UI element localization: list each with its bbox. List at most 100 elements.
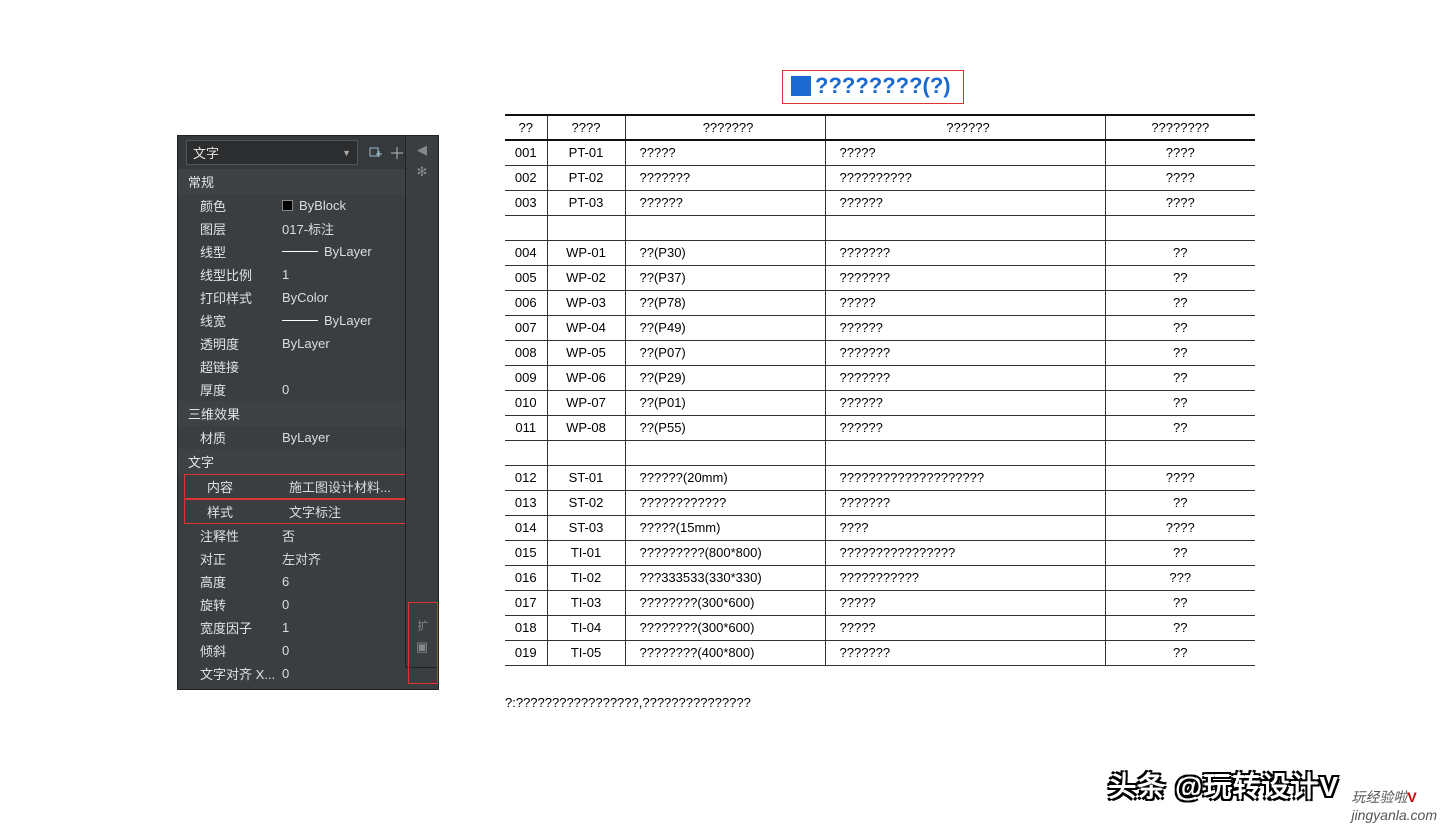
cell-area: ????????????????	[825, 540, 1105, 565]
cell-seq: 012	[505, 465, 547, 490]
cell-name: ???????	[625, 165, 825, 190]
cell-name: ??????	[625, 190, 825, 215]
cell-code: ST-02	[547, 490, 625, 515]
cell-area: ?????	[825, 140, 1105, 165]
cell-name: ??(P55)	[625, 415, 825, 440]
options-icon[interactable]: ✻	[417, 164, 428, 180]
cell-area: ?????	[825, 290, 1105, 315]
cell-name: ????????(300*600)	[625, 615, 825, 640]
table-row: 012ST-01??????(20mm)????????????????????…	[505, 465, 1255, 490]
table-row: 019TI-05????????(400*800)?????????	[505, 640, 1255, 665]
table-row: 006WP-03??(P78)???????	[505, 290, 1255, 315]
cell-name: ???333533(330*330)	[625, 565, 825, 590]
cell-code: WP-04	[547, 315, 625, 340]
add-selection-icon[interactable]	[366, 144, 384, 162]
cell-area: ????????????????????	[825, 465, 1105, 490]
line-icon	[282, 320, 318, 321]
quick-select-icon[interactable]	[388, 144, 406, 162]
cell-name: ??(P29)	[625, 365, 825, 390]
col-name: ???????	[625, 115, 825, 140]
cell-note: ??	[1105, 415, 1255, 440]
section-text[interactable]: 文字−	[178, 449, 438, 474]
cell-code: TI-02	[547, 565, 625, 590]
cell-note: ????	[1105, 165, 1255, 190]
table-row: 018TI-04????????(300*600)???????	[505, 615, 1255, 640]
cell-area: ???????	[825, 640, 1105, 665]
table-row: 001PT-01??????????????	[505, 140, 1255, 165]
cell-note: ??	[1105, 290, 1255, 315]
cell-code: WP-07	[547, 390, 625, 415]
table-row: 017TI-03????????(300*600)???????	[505, 590, 1255, 615]
cell-area: ???????	[825, 265, 1105, 290]
col-area: ??????	[825, 115, 1105, 140]
cell-area: ?????	[825, 615, 1105, 640]
cell-area: ???????????	[825, 565, 1105, 590]
panel-header: 文字 ▼ x	[178, 136, 438, 169]
cell-name: ??(P49)	[625, 315, 825, 340]
section-general[interactable]: 常规−	[178, 169, 438, 194]
section-3d[interactable]: 三维效果−	[178, 401, 438, 426]
col-seq: ??	[505, 115, 547, 140]
table-row: 011WP-08??(P55)????????	[505, 415, 1255, 440]
cell-note: ????	[1105, 140, 1255, 165]
cell-area: ?????	[825, 590, 1105, 615]
cell-code: WP-01	[547, 240, 625, 265]
cell-note: ??	[1105, 240, 1255, 265]
cell-seq: 015	[505, 540, 547, 565]
pim-icon[interactable]: ▣	[416, 639, 428, 655]
alignx-value[interactable]: 0	[278, 666, 438, 681]
cell-seq: 017	[505, 590, 547, 615]
col-note: ????????	[1105, 115, 1255, 140]
cell-code: TI-03	[547, 590, 625, 615]
cell-area: ???????	[825, 340, 1105, 365]
cell-note: ??	[1105, 490, 1255, 515]
cell-area: ??????	[825, 190, 1105, 215]
table-row: 015TI-01?????????(800*800)??????????????…	[505, 540, 1255, 565]
cell-name: ????????(300*600)	[625, 590, 825, 615]
cell-note: ??	[1105, 365, 1255, 390]
cell-seq: 011	[505, 415, 547, 440]
line-icon	[282, 251, 318, 252]
cell-note: ??	[1105, 540, 1255, 565]
title-marker-icon	[791, 76, 811, 96]
cell-note: ??	[1105, 590, 1255, 615]
cell-seq: 008	[505, 340, 547, 365]
cell-code: WP-02	[547, 265, 625, 290]
cell-seq: 019	[505, 640, 547, 665]
cell-seq: 004	[505, 240, 547, 265]
cell-note: ???	[1105, 565, 1255, 590]
cell-seq: 006	[505, 290, 547, 315]
table-row: 008WP-05??(P07)?????????	[505, 340, 1255, 365]
material-table: ?? ???? ??????? ?????? ???????? 001PT-01…	[505, 114, 1255, 666]
table-header-row: ?? ???? ??????? ?????? ????????	[505, 115, 1255, 140]
cell-code: PT-03	[547, 190, 625, 215]
table-footnote: ?:?????????????????,???????????????	[505, 695, 751, 710]
col-code: ????	[547, 115, 625, 140]
document-title: ????????(?)	[782, 70, 964, 104]
cell-note: ????	[1105, 190, 1255, 215]
table-row: 005WP-02??(P37)?????????	[505, 265, 1255, 290]
object-type-dropdown[interactable]: 文字 ▼	[186, 140, 358, 165]
cell-note: ??	[1105, 390, 1255, 415]
cell-area: ???????	[825, 240, 1105, 265]
cell-area: ???????	[825, 365, 1105, 390]
cell-seq: 007	[505, 315, 547, 340]
cell-note: ??	[1105, 615, 1255, 640]
cell-code: WP-06	[547, 365, 625, 390]
cell-code: TI-04	[547, 615, 625, 640]
cell-seq: 001	[505, 140, 547, 165]
table-row	[505, 215, 1255, 240]
table-row: 003PT-03????????????????	[505, 190, 1255, 215]
watermark-main: 头条 @玩转设计V	[1108, 765, 1339, 805]
cell-seq: 016	[505, 565, 547, 590]
table-row: 010WP-07??(P01)????????	[505, 390, 1255, 415]
cell-name: ??(P07)	[625, 340, 825, 365]
cell-name: ??(P37)	[625, 265, 825, 290]
cell-seq: 005	[505, 265, 547, 290]
table-row: 014ST-03?????(15mm)????????	[505, 515, 1255, 540]
color-swatch-icon	[282, 200, 293, 211]
pin-left-icon[interactable]: ◀	[417, 142, 427, 158]
cell-name: ????????????	[625, 490, 825, 515]
cell-code: WP-05	[547, 340, 625, 365]
table-row: 004WP-01??(P30)?????????	[505, 240, 1255, 265]
